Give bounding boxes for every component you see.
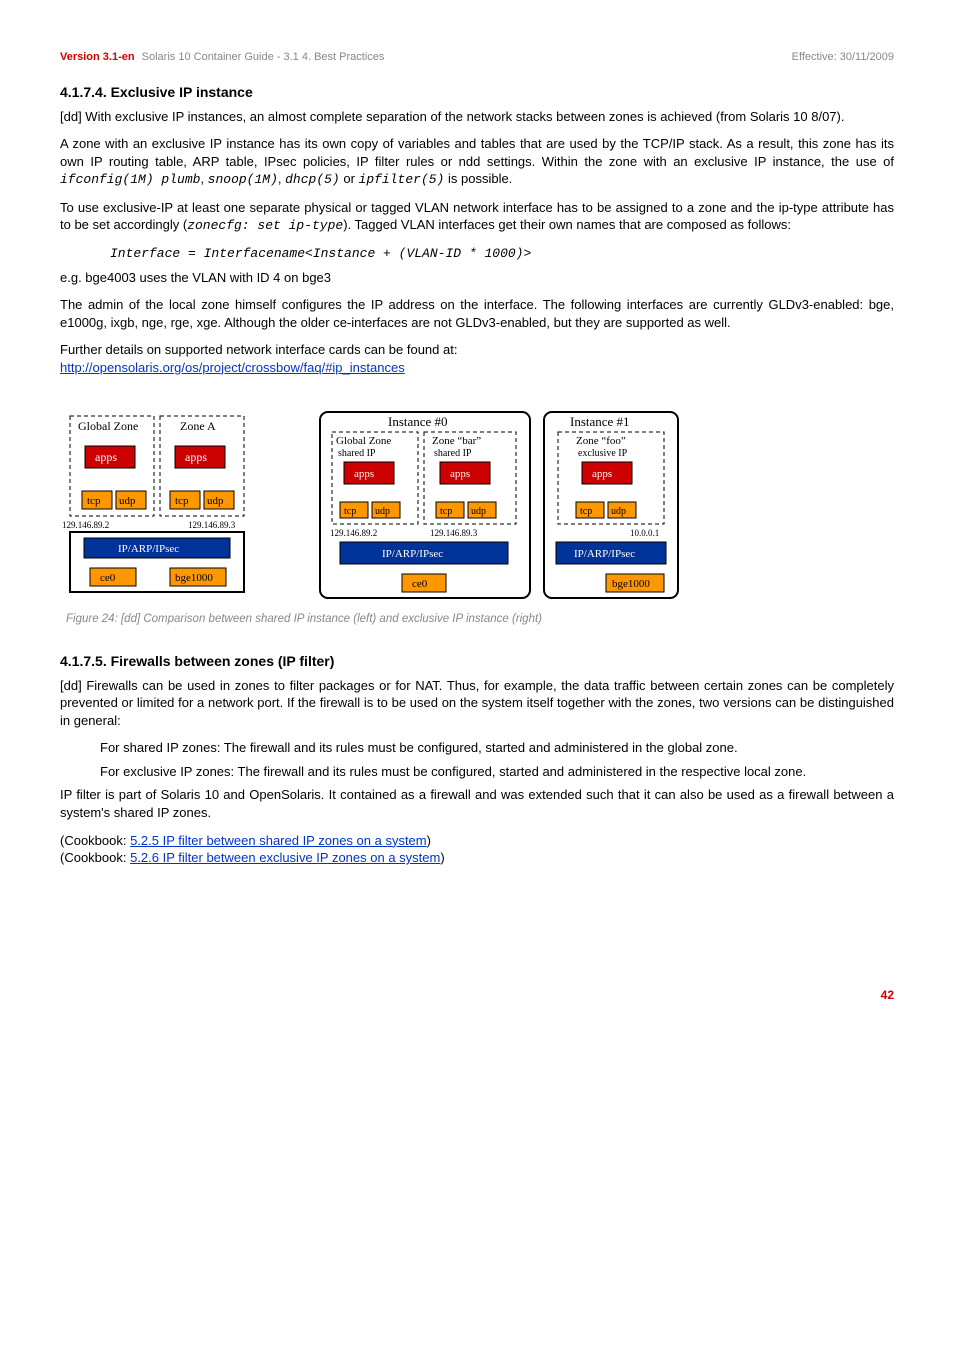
svg-text:bge1000: bge1000 (175, 572, 213, 584)
svg-text:udp: udp (375, 506, 390, 517)
svg-text:apps: apps (450, 468, 470, 480)
para: To use exclusive-IP at least one separat… (60, 199, 894, 235)
svg-text:10.0.0.1: 10.0.0.1 (630, 528, 659, 538)
para: [dd] With exclusive IP instances, an alm… (60, 108, 894, 126)
svg-text:Instance #1: Instance #1 (570, 414, 630, 429)
figure-row: Global Zone Zone A apps apps tcp udp tcp… (60, 406, 894, 606)
code: dhcp(5) (285, 172, 340, 187)
svg-text:Global Zone: Global Zone (78, 419, 138, 433)
svg-text:udp: udp (207, 495, 224, 507)
code: zonecfg: set ip-type (187, 218, 343, 233)
cookbook-line: (Cookbook: 5.2.5 IP filter between share… (60, 832, 894, 867)
code: ifconfig(1M) plumb (60, 172, 200, 187)
svg-text:IP/ARP/IPsec: IP/ARP/IPsec (118, 543, 179, 555)
svg-text:IP/ARP/IPsec: IP/ARP/IPsec (382, 548, 443, 560)
para: The admin of the local zone himself conf… (60, 296, 894, 331)
link-cookbook-shared[interactable]: 5.2.5 IP filter between shared IP zones … (130, 833, 427, 848)
para: IP filter is part of Solaris 10 and Open… (60, 786, 894, 821)
para: e.g. bge4003 uses the VLAN with ID 4 on … (60, 269, 894, 287)
svg-text:shared IP: shared IP (434, 448, 472, 459)
svg-text:Zone “foo”: Zone “foo” (576, 435, 626, 447)
section-heading-exclusive-ip: 4.1.7.4. Exclusive IP instance (60, 83, 894, 102)
svg-text:IP/ARP/IPsec: IP/ARP/IPsec (574, 548, 635, 560)
svg-text:ce0: ce0 (412, 578, 428, 590)
svg-text:Zone “bar”: Zone “bar” (432, 435, 481, 447)
formula: Interface = Interfacename<Instance + (VL… (110, 245, 894, 263)
svg-text:udp: udp (471, 506, 486, 517)
para: [dd] Firewalls can be used in zones to f… (60, 677, 894, 730)
doc-title: Solaris 10 Container Guide - 3.1 4. Best… (142, 51, 385, 63)
svg-text:udp: udp (119, 495, 136, 507)
list-item: For shared IP zones: The firewall and it… (100, 739, 894, 757)
code: snoop(1M) (208, 172, 278, 187)
svg-text:ce0: ce0 (100, 572, 116, 584)
link-crossbow[interactable]: http://opensolaris.org/os/project/crossb… (60, 360, 405, 375)
section-heading-firewalls: 4.1.7.5. Firewalls between zones (IP fil… (60, 652, 894, 671)
link-cookbook-exclusive[interactable]: 5.2.6 IP filter between exclusive IP zon… (130, 850, 440, 865)
text: ). Tagged VLAN interfaces get their own … (343, 217, 791, 232)
svg-text:Zone A: Zone A (180, 419, 216, 433)
svg-text:129.146.89.2: 129.146.89.2 (62, 520, 109, 530)
svg-text:apps: apps (95, 450, 117, 464)
svg-text:tcp: tcp (175, 495, 189, 507)
svg-text:tcp: tcp (580, 506, 592, 517)
version-label: Version 3.1-en (60, 51, 135, 63)
list-item: For exclusive IP zones: The firewall and… (100, 763, 894, 781)
text: A zone with an exclusive IP instance has… (60, 136, 894, 169)
para: Further details on supported network int… (60, 341, 894, 376)
para: A zone with an exclusive IP instance has… (60, 135, 894, 189)
text: ) (427, 833, 431, 848)
svg-text:129.146.89.2: 129.146.89.2 (330, 528, 377, 538)
svg-text:apps: apps (354, 468, 374, 480)
code: ipfilter(5) (359, 172, 445, 187)
text: (Cookbook: (60, 850, 130, 865)
svg-text:shared IP: shared IP (338, 448, 376, 459)
svg-text:Global Zone: Global Zone (336, 435, 391, 447)
diagram-exclusive-ip: Instance #0 Global Zone Zone “bar” share… (310, 406, 690, 606)
diagram-shared-ip: Global Zone Zone A apps apps tcp udp tcp… (60, 406, 260, 606)
effective-date: Effective: 30/11/2009 (792, 50, 894, 65)
text: Further details on supported network int… (60, 342, 457, 357)
page-header: Version 3.1-en Solaris 10 Container Guid… (60, 50, 894, 65)
svg-text:apps: apps (592, 468, 612, 480)
svg-text:tcp: tcp (344, 506, 356, 517)
text: ) (440, 850, 444, 865)
svg-text:129.146.89.3: 129.146.89.3 (430, 528, 478, 538)
svg-text:tcp: tcp (87, 495, 101, 507)
page-number: 42 (60, 987, 894, 1003)
text: (Cookbook: (60, 833, 130, 848)
svg-text:129.146.89.3: 129.146.89.3 (188, 520, 236, 530)
svg-text:Instance #0: Instance #0 (388, 414, 448, 429)
text: is possible. (448, 171, 512, 186)
svg-text:bge1000: bge1000 (612, 578, 650, 590)
svg-text:exclusive IP: exclusive IP (578, 448, 628, 459)
svg-text:apps: apps (185, 450, 207, 464)
figure-caption: Figure 24: [dd] Comparison between share… (66, 612, 894, 628)
svg-text:udp: udp (611, 506, 626, 517)
svg-text:tcp: tcp (440, 506, 452, 517)
